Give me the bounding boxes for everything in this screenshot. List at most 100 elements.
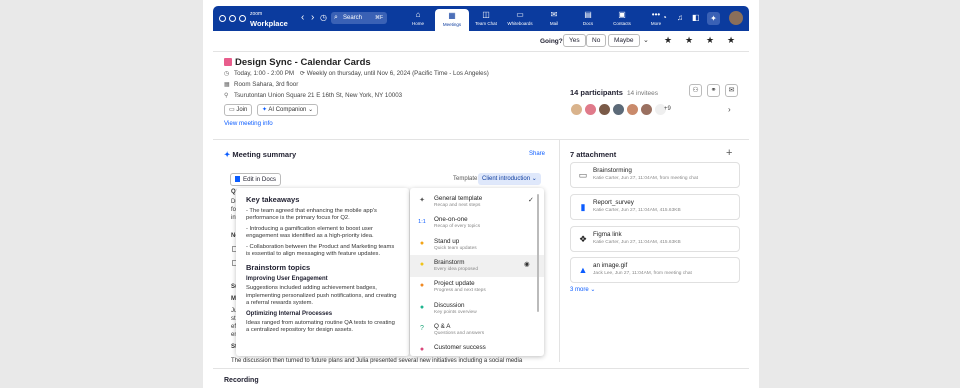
meeting-room: Room Sahara, 3rd floor xyxy=(234,81,299,88)
attachment-name: Brainstorming xyxy=(593,167,632,174)
avatar[interactable] xyxy=(570,103,583,116)
meeting-time-row: ◷ Today, 1:00 - 2:00 PM ⟳ Weekly on thurs… xyxy=(224,70,489,77)
takeaway-bullet: - The team agreed that enhancing the mob… xyxy=(246,208,377,222)
contacts-icon: ▣ xyxy=(618,10,626,19)
attachment-meta: Katie Carter, Jun 27, 11:04AM, 415.63KB xyxy=(593,208,681,213)
template-option-desc: Key points overview xyxy=(434,309,477,315)
template-option-desc: Every idea proposed xyxy=(434,266,478,272)
add-attachment-icon[interactable]: + xyxy=(726,147,732,159)
attachment-card[interactable]: ▲ an image.gif Jack Lee, Jun 27, 11:04AM, … xyxy=(570,257,740,283)
link-icon[interactable]: ⚭ xyxy=(707,84,720,97)
clock-icon[interactable]: ◔ xyxy=(662,13,667,23)
chevron-down-icon[interactable]: ⌄ xyxy=(643,36,649,44)
panel-icon[interactable]: ◧ xyxy=(692,13,700,23)
calendar-icon: ▦ xyxy=(448,11,456,20)
attachment-meta: Katie Carter, Jun 27, 11:04AM, from meet… xyxy=(593,176,698,181)
back-arrow-icon[interactable]: ‹ xyxy=(301,12,304,24)
template-option-name: Customer success xyxy=(434,344,486,352)
topic-title: Optimizing Internal Processes xyxy=(246,310,333,317)
meeting-title: Design Sync - Calendar Cards xyxy=(235,57,371,68)
preview-eye-icon[interactable]: ◉ xyxy=(524,260,530,268)
attachment-card[interactable]: ▮ Report_survey Katie Carter, Jun 27, 11:0… xyxy=(570,194,740,220)
meeting-time: Today, 1:00 - 2:00 PM xyxy=(234,70,295,77)
standup-icon: ● xyxy=(419,239,425,247)
star-icon[interactable]: ★ xyxy=(685,35,693,46)
template-option-desc: Recap of every topics xyxy=(434,224,481,230)
template-option[interactable]: ? Q & A Questions and answers xyxy=(410,319,544,341)
nav-tab-docs[interactable]: ▤ Docs xyxy=(571,6,605,31)
takeaway-bullet: - Introducing a gamification element to … xyxy=(246,225,374,240)
search-input[interactable]: ⌕ Search ⌘F xyxy=(331,12,387,24)
chevron-down-icon: ⌄ xyxy=(308,107,314,113)
meeting-room-row: ▦ Room Sahara, 3rd floor xyxy=(224,81,298,88)
chevron-right-icon[interactable]: › xyxy=(728,105,731,114)
clock-icon: ◷ xyxy=(224,70,230,77)
join-button[interactable]: ▭ Join xyxy=(224,104,253,116)
home-icon: ⌂ xyxy=(415,10,421,19)
chevron-down-icon: ⌄ xyxy=(531,176,537,182)
more-attachments-link[interactable]: 3 more ⌄ xyxy=(570,286,595,293)
template-option-name: Discussion xyxy=(434,301,465,309)
nav-tab-whiteboards[interactable]: ▭ Whiteboards xyxy=(503,6,537,31)
ai-companion-button[interactable]: ✦ AI Companion ⌄ xyxy=(257,104,319,116)
attachment-card[interactable]: ▭ Brainstorming Katie Carter, Jun 27, 11:0… xyxy=(570,162,740,188)
view-meeting-info-link[interactable]: View meeting info xyxy=(224,120,273,127)
template-option[interactable]: ● Brainstorm Every idea proposed ◉ xyxy=(410,254,544,277)
topic-text: Suggestions included adding achievement … xyxy=(246,285,397,307)
avatar[interactable] xyxy=(640,103,653,116)
avatar[interactable] xyxy=(598,103,611,116)
template-option[interactable]: ● Stand up Quick team updates xyxy=(410,234,544,256)
search-icon: ⌕ xyxy=(334,14,338,21)
attachment-card[interactable]: ❖ Figma link Katie Carter, Jun 27, 11:04AM… xyxy=(570,226,740,252)
star-icon[interactable]: ★ xyxy=(727,35,735,46)
nav-tab-mail[interactable]: ✉ Mail xyxy=(537,6,571,31)
rsvp-no-button[interactable]: No xyxy=(586,34,607,47)
template-option[interactable]: ✦ General template Recap and next steps ✓ xyxy=(410,191,544,213)
template-option[interactable]: 1:1 One-on-one Recap of every topics xyxy=(410,212,544,234)
user-avatar[interactable] xyxy=(729,11,743,25)
nav-tab-home[interactable]: ⌂ Home xyxy=(401,6,435,31)
history-icon[interactable]: ◷ xyxy=(320,12,327,24)
nav-tab-more[interactable]: ••• More xyxy=(639,6,673,31)
nav-tab-meetings[interactable]: ▦ Meetings xyxy=(435,9,469,31)
template-option[interactable]: ● Discussion Key points overview xyxy=(410,298,544,320)
dropdown-scrollbar[interactable] xyxy=(537,194,539,312)
nav-tab-contacts[interactable]: ▣ Contacts xyxy=(605,6,639,31)
top-navigation-bar: zoom Workplace ‹ › ◷ ⌕ Search ⌘F ⌂ Home ▦ M… xyxy=(213,6,749,31)
discussion-icon: ● xyxy=(419,303,425,311)
template-option-name: One-on-one xyxy=(434,216,468,224)
star-icon[interactable]: ★ xyxy=(664,35,672,46)
summary-text: The discussion then turned to future pla… xyxy=(231,358,523,364)
edit-in-docs-button[interactable]: Edit in Docs xyxy=(230,173,282,186)
nav-tab-team-chat[interactable]: ◫ Team Chat xyxy=(469,6,503,31)
attachment-meta: Katie Carter, Jun 27, 11:04AM, 415.63KB xyxy=(593,240,681,245)
rsvp-maybe-button[interactable]: Maybe xyxy=(608,34,640,47)
rsvp-yes-button[interactable]: Yes xyxy=(563,34,586,47)
template-option[interactable]: ● Customer success xyxy=(410,340,544,356)
window-controls[interactable] xyxy=(219,15,246,22)
template-select[interactable]: Client introduction ⌄ xyxy=(478,173,541,185)
figma-icon: ❖ xyxy=(578,234,588,244)
share-link[interactable]: Share xyxy=(529,151,545,157)
star-icon[interactable]: ★ xyxy=(706,35,714,46)
repeat-icon: ⟳ xyxy=(299,70,305,77)
key-takeaways-preview: Key takeaways - The team agreed that enh… xyxy=(236,188,409,356)
project-icon: ● xyxy=(419,282,425,290)
location-pin-icon: ⚲ xyxy=(224,92,229,99)
going-label: Going? xyxy=(540,38,563,45)
attachment-name: Figma link xyxy=(593,231,622,238)
forward-arrow-icon[interactable]: › xyxy=(311,12,314,24)
video-icon: ▭ xyxy=(229,107,235,113)
image-file-icon: ▲ xyxy=(578,265,588,275)
add-person-icon[interactable]: ⚇ xyxy=(689,84,702,97)
nav-tab-label: Contacts xyxy=(613,21,631,26)
template-option[interactable]: ● Project update Progress and next steps xyxy=(410,276,544,298)
ai-companion-icon[interactable]: ✦ xyxy=(707,12,720,25)
bell-icon[interactable]: ♫ xyxy=(677,13,683,23)
avatar[interactable] xyxy=(584,103,597,116)
mail-icon[interactable]: ✉ xyxy=(725,84,738,97)
whiteboard-file-icon: ▭ xyxy=(578,170,588,180)
avatar[interactable] xyxy=(626,103,639,116)
avatar[interactable] xyxy=(612,103,625,116)
more-participants-count[interactable]: +9 xyxy=(664,106,671,112)
